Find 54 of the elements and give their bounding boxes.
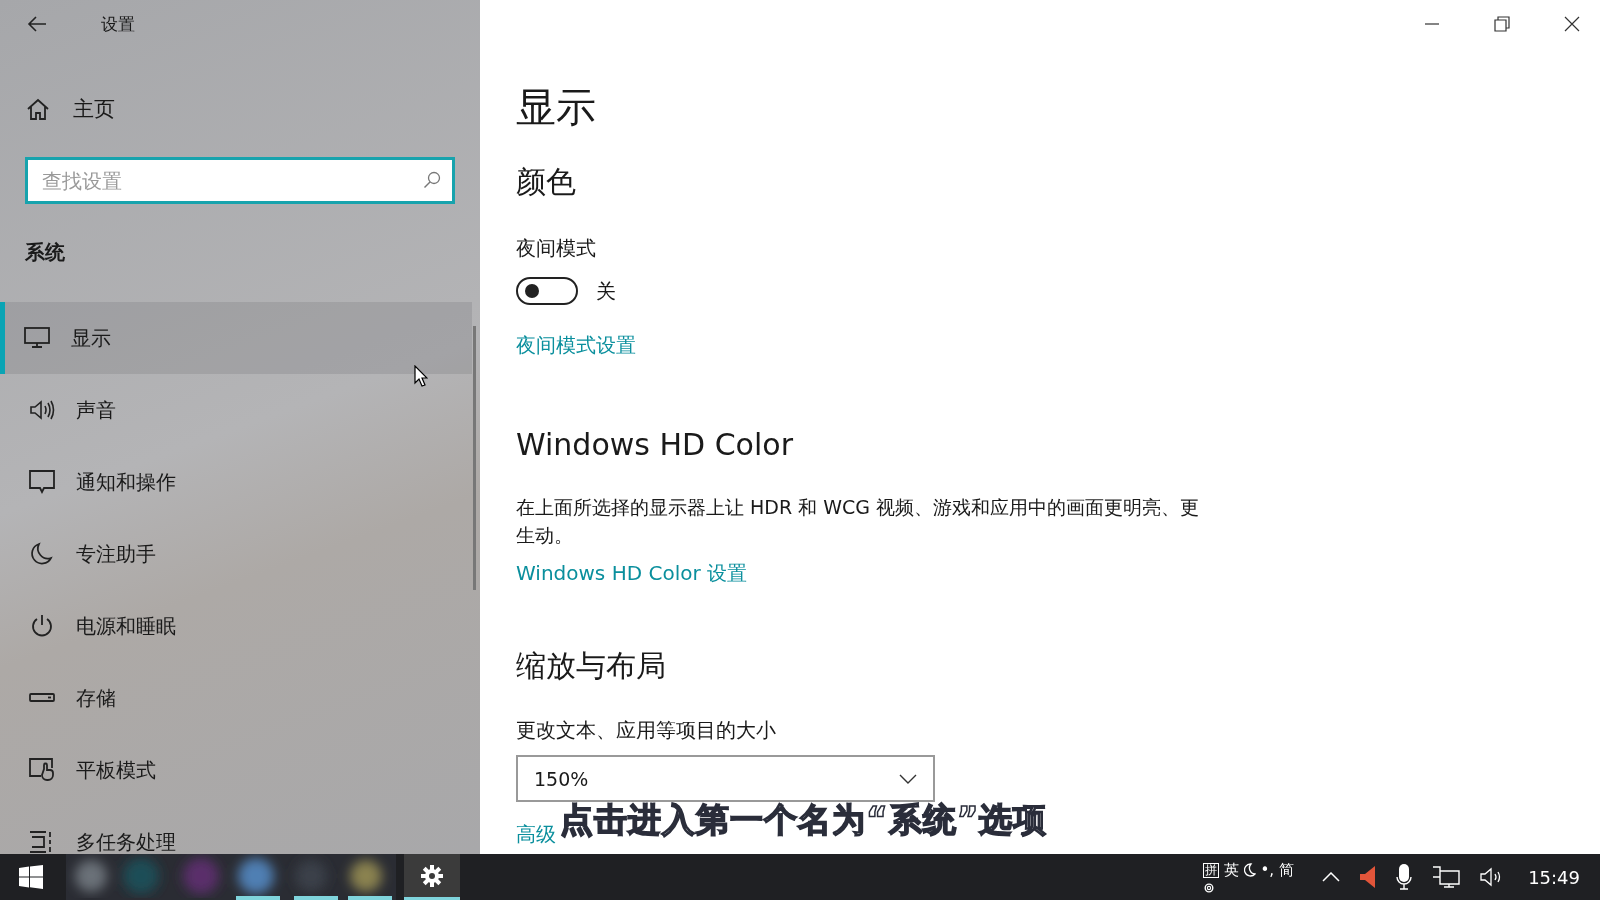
gear-icon [421, 864, 443, 887]
restore-icon[interactable] [1494, 16, 1510, 32]
chevron-down-icon [899, 773, 917, 784]
close-icon[interactable] [1564, 16, 1580, 32]
ime-punctuation[interactable]: •, [1260, 861, 1275, 879]
scroll-bar[interactable] [473, 326, 476, 590]
description-text: 在上面所选择的显示器上让 HDR 和 WCG 视频、游戏和应用中的画面更明亮、更生动。 [516, 495, 1201, 548]
section-heading: Windows HD Color [516, 426, 793, 464]
settings-link[interactable]: 高级 [516, 820, 556, 848]
gear-icon[interactable] [1202, 881, 1215, 894]
nav-item[interactable]: 电源和睡眠 [0, 590, 472, 662]
settings-link[interactable]: 夜间模式设置 [516, 331, 636, 359]
tablet-icon [29, 758, 55, 782]
chevron-up-icon[interactable] [1322, 872, 1341, 882]
back-arrow-icon[interactable] [27, 16, 47, 32]
nav-item[interactable]: 平板模式 [0, 734, 472, 806]
section-heading: 颜色 [516, 163, 576, 201]
setting-label: 夜间模式 [516, 235, 596, 262]
network-icon[interactable] [1432, 866, 1461, 888]
message-icon [29, 470, 55, 494]
settings-link[interactable]: Windows HD Color 设置 [516, 559, 747, 587]
ime-script[interactable]: 简 [1279, 860, 1295, 880]
ime-mode[interactable]: 英 [1223, 860, 1239, 880]
settings-taskbar-button[interactable] [404, 854, 460, 900]
section-heading: 缩放与布局 [516, 647, 666, 685]
toggle-switch[interactable] [516, 277, 578, 305]
nav-item[interactable]: 声音 [0, 374, 472, 446]
page-title: 显示 [516, 83, 596, 132]
window-title: 设置 [101, 12, 135, 36]
moon-icon [29, 542, 55, 566]
power-icon [29, 614, 55, 638]
mouse-pointer-icon [414, 365, 428, 387]
nav-item[interactable]: 多任务处理 [0, 806, 472, 854]
search-field[interactable]: 查找设置 [25, 157, 455, 204]
toggle-state: 关 [596, 277, 616, 305]
section-heading: 系统 [25, 238, 65, 266]
nav-item[interactable]: 存储 [0, 662, 472, 734]
home-icon [26, 98, 50, 120]
monitor-icon [24, 326, 50, 350]
nav-item[interactable]: 显示 [0, 302, 472, 374]
video-caption: 点击进入第一个名为“系统”选项 [560, 799, 1048, 841]
nav-item[interactable]: 专注助手 [0, 518, 472, 590]
speaker-icon[interactable] [1360, 866, 1377, 888]
ime-layout-indicator[interactable]: 拼 [1202, 862, 1219, 878]
windows-logo-icon [19, 865, 43, 889]
clock-time[interactable]: 15:49 [1528, 866, 1580, 888]
home-link[interactable]: 主页 [0, 84, 125, 134]
search-icon [423, 171, 441, 189]
moon-icon[interactable] [1243, 863, 1256, 877]
scale-dropdown[interactable]: 150% [516, 755, 935, 802]
setting-label: 更改文本、应用等项目的大小 [516, 717, 776, 744]
speaker-icon [29, 398, 55, 422]
nav-item[interactable]: 通知和操作 [0, 446, 472, 518]
microphone-icon[interactable] [1396, 864, 1413, 890]
